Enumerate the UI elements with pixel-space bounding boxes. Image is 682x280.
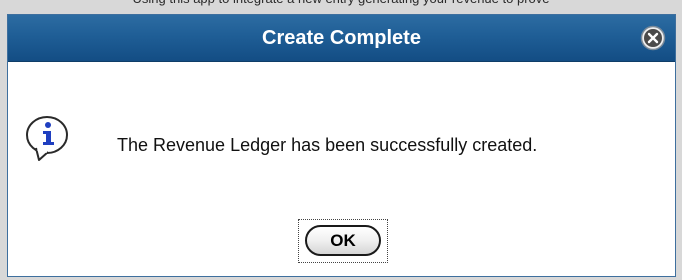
dialog-message: The Revenue Ledger has been successfully… bbox=[117, 135, 538, 155]
create-complete-dialog: Create Complete The Revenue Ledger has b… bbox=[7, 14, 676, 277]
background-page-text: Using this app to integrate a new entry … bbox=[0, 0, 682, 9]
dialog-title: Create Complete bbox=[262, 27, 421, 49]
ok-button[interactable]: OK bbox=[305, 225, 381, 256]
dialog-body: The Revenue Ledger has been successfully… bbox=[8, 62, 675, 276]
dialog-titlebar: Create Complete bbox=[8, 15, 675, 62]
info-icon bbox=[23, 112, 73, 164]
ok-button-focus-ring: OK bbox=[298, 219, 388, 263]
close-icon[interactable] bbox=[640, 25, 666, 51]
